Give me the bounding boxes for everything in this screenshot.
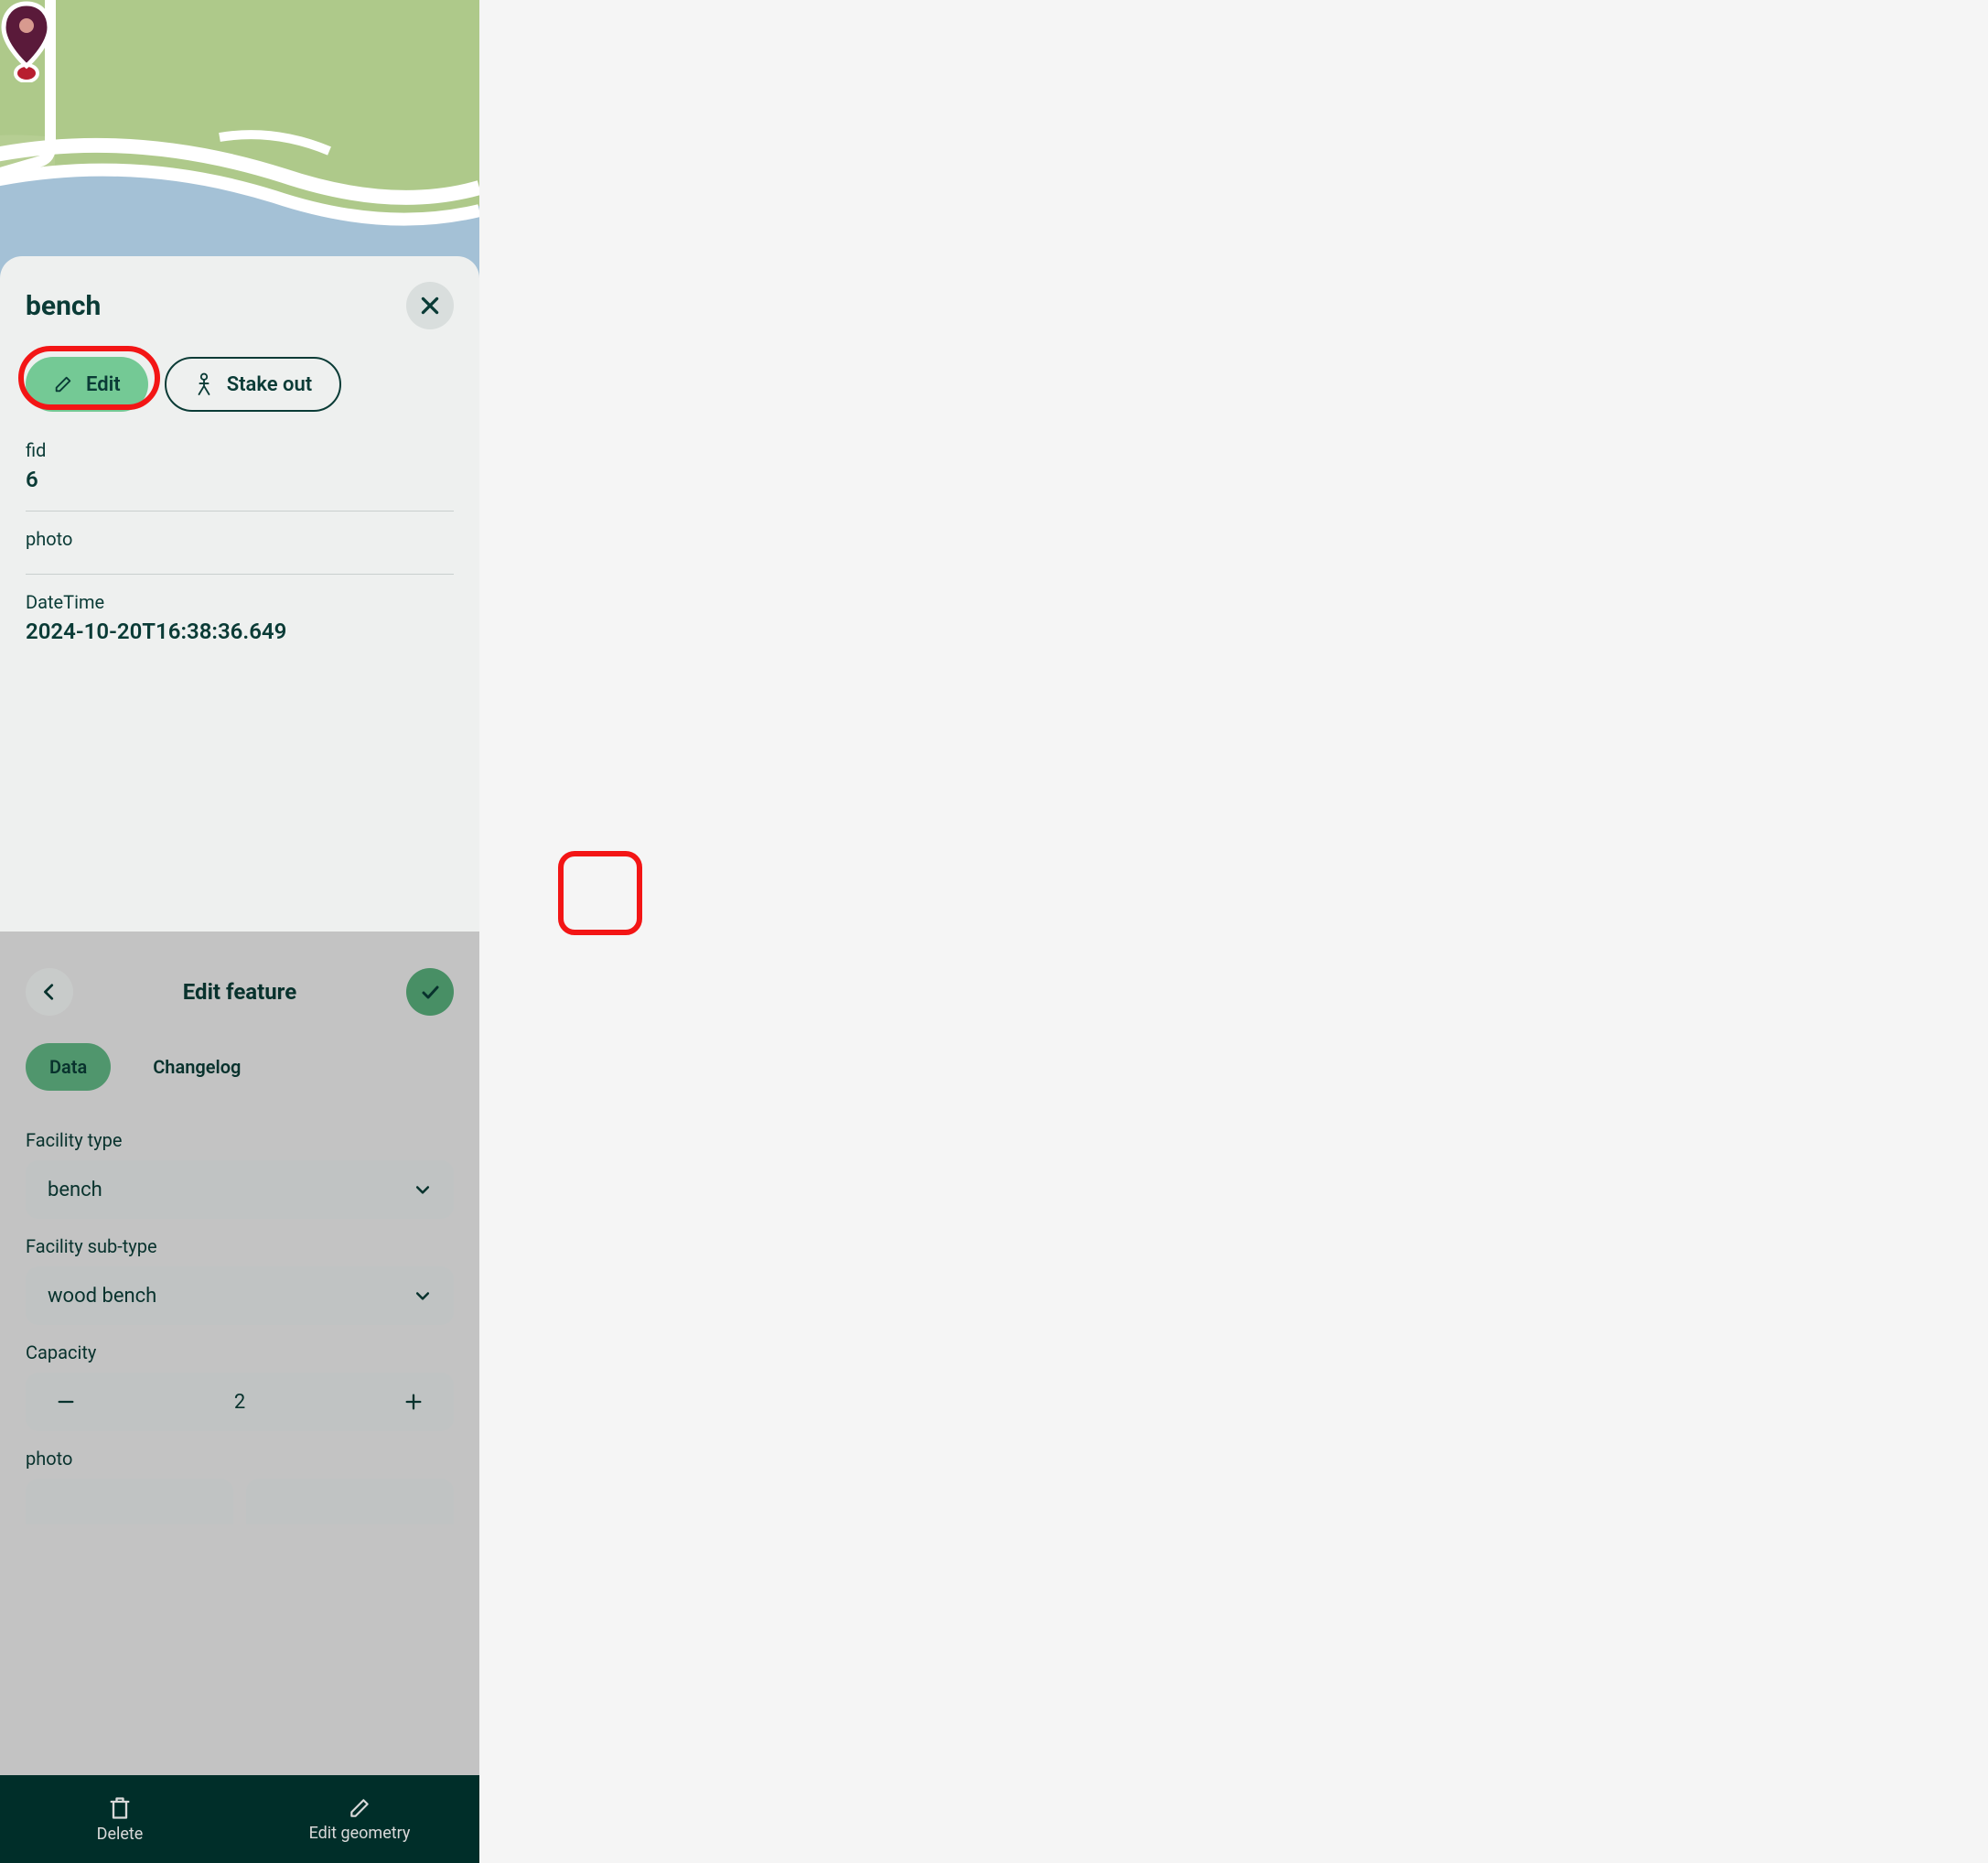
divider bbox=[26, 574, 454, 575]
edit-geometry-button[interactable]: Edit geometry bbox=[240, 1775, 479, 1863]
panel-edit-feature: Edit feature Data Changelog Facility typ… bbox=[0, 932, 479, 1863]
photo-field-label: photo bbox=[26, 1448, 454, 1470]
delete-label: Delete bbox=[97, 1825, 144, 1844]
edit-button[interactable]: Edit bbox=[26, 357, 148, 412]
edit-header-title: Edit feature bbox=[183, 979, 296, 1005]
photo-option[interactable] bbox=[246, 1479, 454, 1524]
capacity-label: Capacity bbox=[26, 1341, 454, 1363]
annotation-highlight-delete bbox=[558, 851, 642, 935]
pencil-icon bbox=[348, 1796, 371, 1820]
stakeout-button-label: Stake out bbox=[227, 373, 312, 396]
chevron-left-icon bbox=[39, 982, 59, 1002]
close-icon bbox=[418, 294, 442, 318]
photo-label: photo bbox=[26, 528, 454, 550]
facility-subtype-value: wood bench bbox=[48, 1285, 156, 1308]
photo-option[interactable] bbox=[26, 1479, 233, 1524]
divider bbox=[26, 511, 454, 512]
fid-label: fid bbox=[26, 439, 454, 461]
close-button[interactable] bbox=[406, 282, 454, 329]
delete-button[interactable]: Delete bbox=[0, 1775, 240, 1863]
stakeout-icon bbox=[194, 372, 214, 396]
bottom-action-bar: Delete Edit geometry bbox=[0, 1775, 479, 1863]
feature-bottom-sheet: bench Edit Stake out fid 6 p bbox=[0, 256, 479, 932]
stakeout-button[interactable]: Stake out bbox=[165, 357, 341, 412]
tab-data[interactable]: Data bbox=[26, 1043, 111, 1091]
check-icon bbox=[419, 981, 441, 1003]
pencil-icon bbox=[53, 374, 73, 394]
confirm-button[interactable] bbox=[406, 968, 454, 1016]
feature-title: bench bbox=[26, 290, 101, 322]
edit-geometry-label: Edit geometry bbox=[309, 1824, 411, 1843]
chevron-down-icon bbox=[414, 1180, 432, 1199]
facility-type-label: Facility type bbox=[26, 1129, 454, 1151]
facility-subtype-select[interactable]: wood bench bbox=[26, 1266, 454, 1325]
facility-subtype-label: Facility sub-type bbox=[26, 1235, 454, 1257]
datetime-label: DateTime bbox=[26, 591, 454, 613]
stepper-plus[interactable] bbox=[395, 1384, 432, 1419]
stepper-minus[interactable] bbox=[48, 1384, 84, 1419]
back-button[interactable] bbox=[26, 968, 73, 1016]
capacity-value: 2 bbox=[234, 1391, 245, 1414]
edit-button-label: Edit bbox=[86, 373, 121, 396]
datetime-value: 2024-10-20T16:38:36.649 bbox=[26, 619, 454, 655]
photo-value bbox=[26, 555, 454, 566]
capacity-stepper[interactable]: 2 bbox=[26, 1373, 454, 1431]
facility-type-value: bench bbox=[48, 1179, 102, 1201]
plus-icon bbox=[403, 1392, 424, 1412]
chevron-down-icon bbox=[414, 1287, 432, 1305]
fid-value: 6 bbox=[26, 467, 454, 503]
facility-type-select[interactable]: bench bbox=[26, 1160, 454, 1219]
tab-changelog[interactable]: Changelog bbox=[129, 1043, 264, 1091]
panel-feature-preview: bench Edit Stake out fid 6 p bbox=[0, 0, 479, 932]
minus-icon bbox=[56, 1392, 76, 1412]
map-pin-icon bbox=[0, 0, 53, 82]
trash-icon bbox=[107, 1795, 133, 1821]
